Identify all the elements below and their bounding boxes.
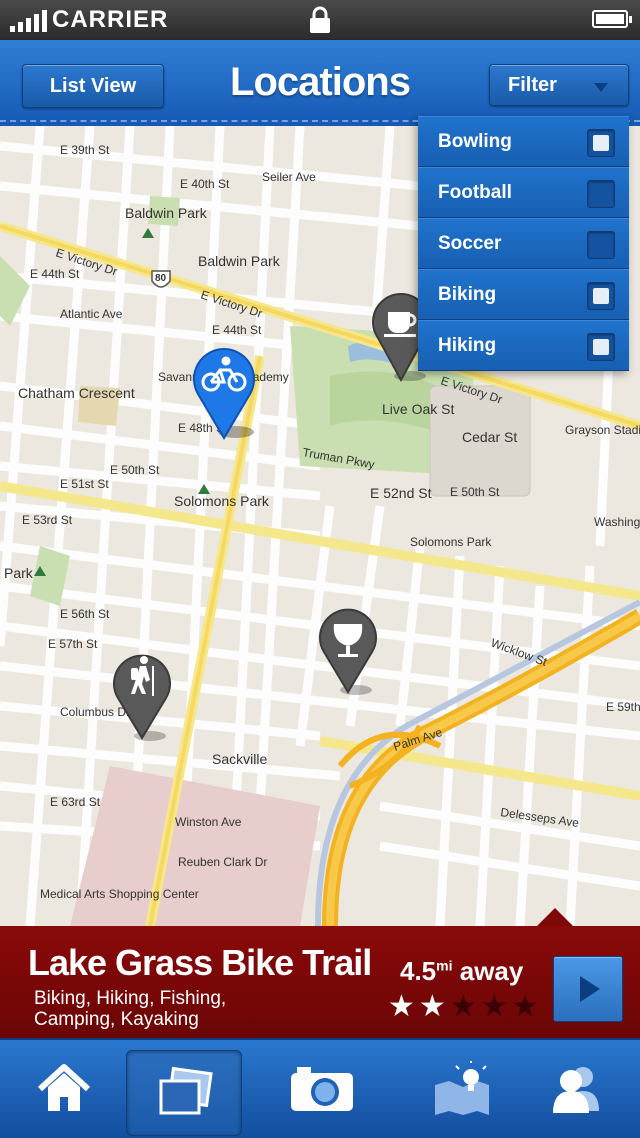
location-activities: Biking, Hiking, Fishing, Camping, Kayaki… — [34, 988, 227, 1030]
open-details-button[interactable] — [553, 956, 623, 1022]
filter-option-label: Football — [438, 181, 512, 203]
svg-text:Solomons Park: Solomons Park — [410, 535, 492, 549]
rating-stars: ★ ★ ★ ★ ★ — [388, 992, 539, 1022]
svg-text:Solomons Park: Solomons Park — [174, 493, 270, 509]
svg-text:E 44th St: E 44th St — [212, 323, 262, 337]
svg-text:E 56th St: E 56th St — [60, 607, 110, 621]
svg-text:E 59th St: E 59th St — [606, 700, 640, 714]
filter-option-label: Bowling — [438, 130, 512, 152]
filter-option-bowling[interactable]: Bowling — [418, 116, 629, 167]
svg-text:Reuben Clark Dr: Reuben Clark Dr — [178, 855, 267, 869]
svg-text:E 63rd St: E 63rd St — [50, 795, 101, 809]
svg-text:E 51st St: E 51st St — [60, 477, 109, 491]
distance-label: 4.5mi away — [400, 956, 524, 986]
battery-icon — [592, 10, 632, 28]
filter-option-label: Biking — [438, 283, 497, 305]
svg-text:Grayson Stadium: Grayson Stadium — [565, 423, 640, 437]
svg-text:E 50th St: E 50th St — [450, 485, 500, 499]
hiking-pin[interactable] — [106, 644, 178, 742]
lock-icon — [310, 6, 330, 33]
filter-option-soccer[interactable]: Soccer — [418, 218, 629, 269]
wine-pin[interactable] — [312, 600, 384, 696]
signal-strength-icon — [10, 10, 47, 32]
star-icon: ★ — [388, 990, 415, 1023]
filter-label: Filter — [508, 73, 557, 96]
svg-text:Winston Ave: Winston Ave — [175, 815, 242, 829]
location-name: Lake Grass Bike Trail — [28, 942, 372, 983]
svg-text:E 52nd St: E 52nd St — [370, 485, 432, 501]
svg-text:Live Oak St: Live Oak St — [382, 401, 454, 417]
svg-text:Washington Ave: Washington Ave — [594, 515, 640, 529]
checkbox[interactable] — [587, 180, 615, 208]
checkbox[interactable] — [587, 282, 615, 310]
map-light-icon — [435, 1061, 489, 1115]
location-info-bar[interactable]: Lake Grass Bike Trail Biking, Hiking, Fi… — [0, 908, 640, 1038]
filter-dropdown: Bowling Football Soccer Biking Hiking — [418, 116, 629, 371]
star-icon: ★ — [418, 990, 446, 1023]
tab-bar — [0, 1038, 640, 1138]
checkbox[interactable] — [587, 231, 615, 259]
checkbox[interactable] — [587, 129, 615, 157]
header-bar: List View Locations Filter — [0, 40, 640, 126]
tab-people[interactable] — [512, 1040, 640, 1138]
filter-option-football[interactable]: Football — [418, 167, 629, 218]
svg-text:E 44th St: E 44th St — [30, 267, 80, 281]
tab-photos[interactable] — [126, 1050, 242, 1136]
filter-option-hiking[interactable]: Hiking — [418, 320, 629, 371]
svg-text:Cedar St: Cedar St — [462, 429, 517, 445]
camera-icon — [291, 1067, 353, 1111]
status-bar: CARRIER — [0, 0, 640, 40]
svg-text:E 50th St: E 50th St — [110, 463, 160, 477]
svg-text:Baldwin Park: Baldwin Park — [198, 253, 281, 269]
photos-icon — [159, 1067, 213, 1115]
svg-text:E 57th St: E 57th St — [48, 637, 98, 651]
filter-option-label: Hiking — [438, 334, 497, 356]
svg-text:Baldwin Park: Baldwin Park — [125, 205, 208, 221]
checkbox[interactable] — [587, 333, 615, 361]
tab-camera[interactable] — [258, 1040, 386, 1138]
tab-map[interactable] — [398, 1040, 526, 1138]
svg-text:E 53rd St: E 53rd St — [22, 513, 73, 527]
svg-text:Chatham Crescent: Chatham Crescent — [18, 385, 135, 401]
svg-text:E 39th St: E 39th St — [60, 143, 110, 157]
svg-text:Atlantic Ave: Atlantic Ave — [60, 307, 123, 321]
bicycle-pin[interactable] — [186, 342, 266, 442]
filter-option-label: Soccer — [438, 232, 502, 254]
svg-text:80: 80 — [155, 273, 167, 284]
star-icon: ★ — [449, 990, 477, 1023]
star-icon: ★ — [511, 990, 539, 1023]
home-icon — [37, 1064, 91, 1111]
svg-text:Park: Park — [4, 565, 34, 581]
people-icon — [553, 1067, 599, 1113]
svg-text:Medical Arts Shopping Center: Medical Arts Shopping Center — [40, 887, 199, 901]
tab-home[interactable] — [0, 1040, 128, 1138]
star-icon: ★ — [480, 990, 508, 1023]
svg-text:Sackville: Sackville — [212, 751, 267, 767]
filter-option-biking[interactable]: Biking — [418, 269, 629, 320]
chevron-down-icon — [594, 83, 608, 92]
svg-text:Seiler Ave: Seiler Ave — [262, 170, 316, 184]
carrier-name: CARRIER — [52, 6, 169, 33]
svg-text:E 40th St: E 40th St — [180, 177, 230, 191]
filter-button[interactable]: Filter — [489, 64, 629, 106]
